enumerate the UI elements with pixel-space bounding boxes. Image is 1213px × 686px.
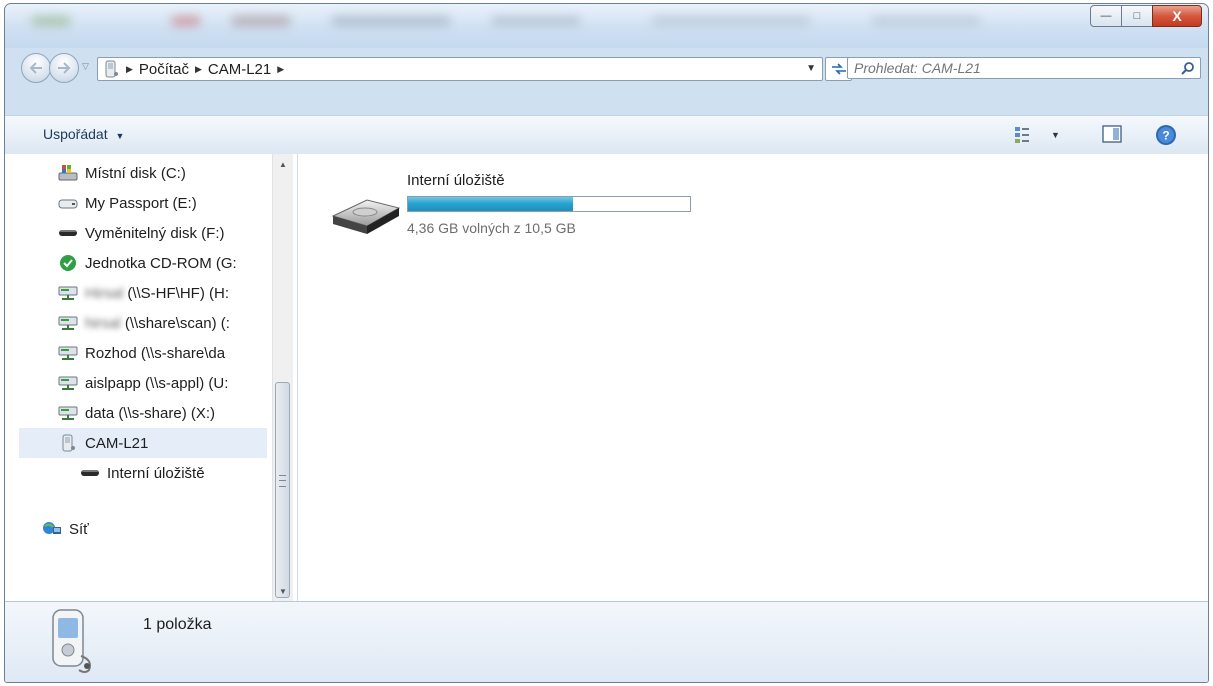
breadcrumb-separator[interactable]: ▶ xyxy=(195,64,202,75)
sidebar-item-label: Síť xyxy=(69,520,89,538)
network-icon xyxy=(41,520,63,538)
navigation-bar: ▽ ▶ Počítač ▶ CAM-L21 ▶ ▼ xyxy=(5,48,1208,88)
breadcrumb-device[interactable]: CAM-L21 xyxy=(208,61,271,78)
help-icon[interactable]: ? xyxy=(1155,124,1177,146)
drive-tile-internal-storage[interactable]: Interní úložiště 4,36 GB volných z 10,5 … xyxy=(325,168,725,238)
sidebar-item-blurred-name: hirsal xyxy=(85,314,121,332)
sidebar-scrollbar[interactable]: ▲ ▼ xyxy=(272,154,293,601)
minimize-button[interactable]: — xyxy=(1090,5,1122,27)
forward-arrow-icon xyxy=(58,62,71,74)
search-icon[interactable] xyxy=(1176,61,1200,75)
view-dropdown-chevron-icon[interactable]: ▼ xyxy=(1051,130,1060,140)
external-drive-icon xyxy=(57,194,79,212)
sidebar-item-cdrom-g[interactable]: Jednotka CD-ROM (G: xyxy=(57,248,307,278)
organize-menu[interactable]: Uspořádat ▼ xyxy=(43,126,124,142)
recent-pages-dropdown[interactable]: ▽ xyxy=(82,61,89,72)
breadcrumb-computer[interactable]: Počítač xyxy=(139,61,189,78)
sidebar-item-label: Vyměnitelný disk (F:) xyxy=(85,224,225,242)
address-dropdown[interactable]: ▼ xyxy=(806,63,816,74)
local-disk-icon xyxy=(57,164,79,182)
sidebar-item-rozhod[interactable]: Rozhod (\\s-share\da xyxy=(57,338,307,368)
back-arrow-icon xyxy=(29,62,42,74)
sidebar-item-label: (\\S-HF\HF) (H: xyxy=(127,284,229,302)
refresh-icon xyxy=(831,63,846,75)
sidebar-item-label: Jednotka CD-ROM (G: xyxy=(85,254,237,272)
grip-icon xyxy=(279,475,286,487)
breadcrumb-separator[interactable]: ▶ xyxy=(277,64,284,75)
network-drive-icon xyxy=(57,314,79,332)
sidebar-item-network-drive-h[interactable]: Hirsal (\\S-HF\HF) (H: xyxy=(57,278,307,308)
svg-text:?: ? xyxy=(1162,129,1169,143)
sidebar-item-label: CAM-L21 xyxy=(85,434,149,452)
navigation-pane: Místní disk (C:) My Passport (E:) Vyměni… xyxy=(5,154,298,601)
sidebar-item-label: (\\share\scan) (: xyxy=(124,314,230,332)
removable-drive-icon xyxy=(57,224,79,242)
window-controls: — □ X xyxy=(1090,5,1202,27)
phone-device-icon xyxy=(102,59,120,79)
sidebar-item-cam-l21[interactable]: CAM-L21 xyxy=(19,428,267,458)
capacity-bar-fill xyxy=(408,197,573,211)
drive-icon xyxy=(327,194,403,241)
sidebar-item-my-passport-e[interactable]: My Passport (E:) xyxy=(57,188,307,218)
sidebar-item-data-x[interactable]: data (\\s-share) (X:) xyxy=(57,398,307,428)
phone-device-icon xyxy=(45,608,95,677)
network-drive-icon xyxy=(57,404,79,422)
sidebar-item-label: data (\\s-share) (X:) xyxy=(85,404,216,422)
view-options-icon[interactable] xyxy=(1013,124,1035,144)
search-input[interactable] xyxy=(848,59,1176,77)
capacity-bar xyxy=(407,196,691,212)
scroll-up-arrow-icon[interactable]: ▲ xyxy=(273,154,293,174)
sidebar-item-label: Rozhod (\\s-share\da xyxy=(85,344,226,362)
sidebar-item-label: Interní úložiště xyxy=(107,464,205,482)
internal-storage-icon xyxy=(79,464,101,482)
sidebar-item-local-disk-c[interactable]: Místní disk (C:) xyxy=(57,158,307,188)
free-space-text: 4,36 GB volných z 10,5 GB xyxy=(407,220,576,236)
network-drive-icon xyxy=(57,284,79,302)
sidebar-item-network[interactable]: Síť xyxy=(41,514,291,544)
organize-label: Uspořádat xyxy=(43,126,108,142)
search-box[interactable] xyxy=(847,57,1201,79)
back-button[interactable] xyxy=(21,53,51,83)
command-bar: Uspořádat ▼ ▼ ? xyxy=(5,115,1208,157)
phone-device-icon xyxy=(57,434,79,452)
item-count: 1 položka xyxy=(143,616,212,633)
sidebar-item-aislpapp[interactable]: aislpapp (\\s-appl) (U: xyxy=(57,368,307,398)
content-area: Místní disk (C:) My Passport (E:) Vyměni… xyxy=(5,154,1208,601)
scrollbar-thumb[interactable] xyxy=(275,382,290,598)
blurred-title-area xyxy=(11,8,1031,36)
maximize-button[interactable]: □ xyxy=(1121,5,1153,27)
preview-pane-icon[interactable] xyxy=(1101,124,1123,144)
breadcrumb-separator[interactable]: ▶ xyxy=(126,64,133,75)
network-drive-icon xyxy=(57,374,79,392)
sidebar-item-label: Místní disk (C:) xyxy=(85,164,186,182)
scroll-down-arrow-icon[interactable]: ▼ xyxy=(273,581,293,601)
network-drive-icon xyxy=(57,344,79,362)
sidebar-item-blurred-name: Hirsal xyxy=(85,284,124,302)
explorer-window: — □ X ▽ ▶ Počítač ▶ CAM-L21 ▶ ▼ Prohleda… xyxy=(4,3,1209,683)
sidebar-item-label: My Passport (E:) xyxy=(85,194,197,212)
address-bar[interactable]: ▶ Počítač ▶ CAM-L21 ▶ ▼ xyxy=(97,57,823,81)
close-button[interactable]: X xyxy=(1152,5,1202,27)
details-pane: 1 položka xyxy=(5,601,1208,682)
forward-button[interactable] xyxy=(49,53,79,83)
chevron-down-icon: ▼ xyxy=(115,131,125,141)
drive-name: Interní úložiště xyxy=(407,172,505,189)
sidebar-item-label: aislpapp (\\s-appl) (U: xyxy=(85,374,229,392)
title-bar: — □ X xyxy=(5,4,1208,48)
sidebar-item-network-drive-scan[interactable]: hirsal (\\share\scan) (: xyxy=(57,308,307,338)
sidebar-item-removable-disk-f[interactable]: Vyměnitelný disk (F:) xyxy=(57,218,307,248)
cdrom-icon xyxy=(57,254,79,272)
